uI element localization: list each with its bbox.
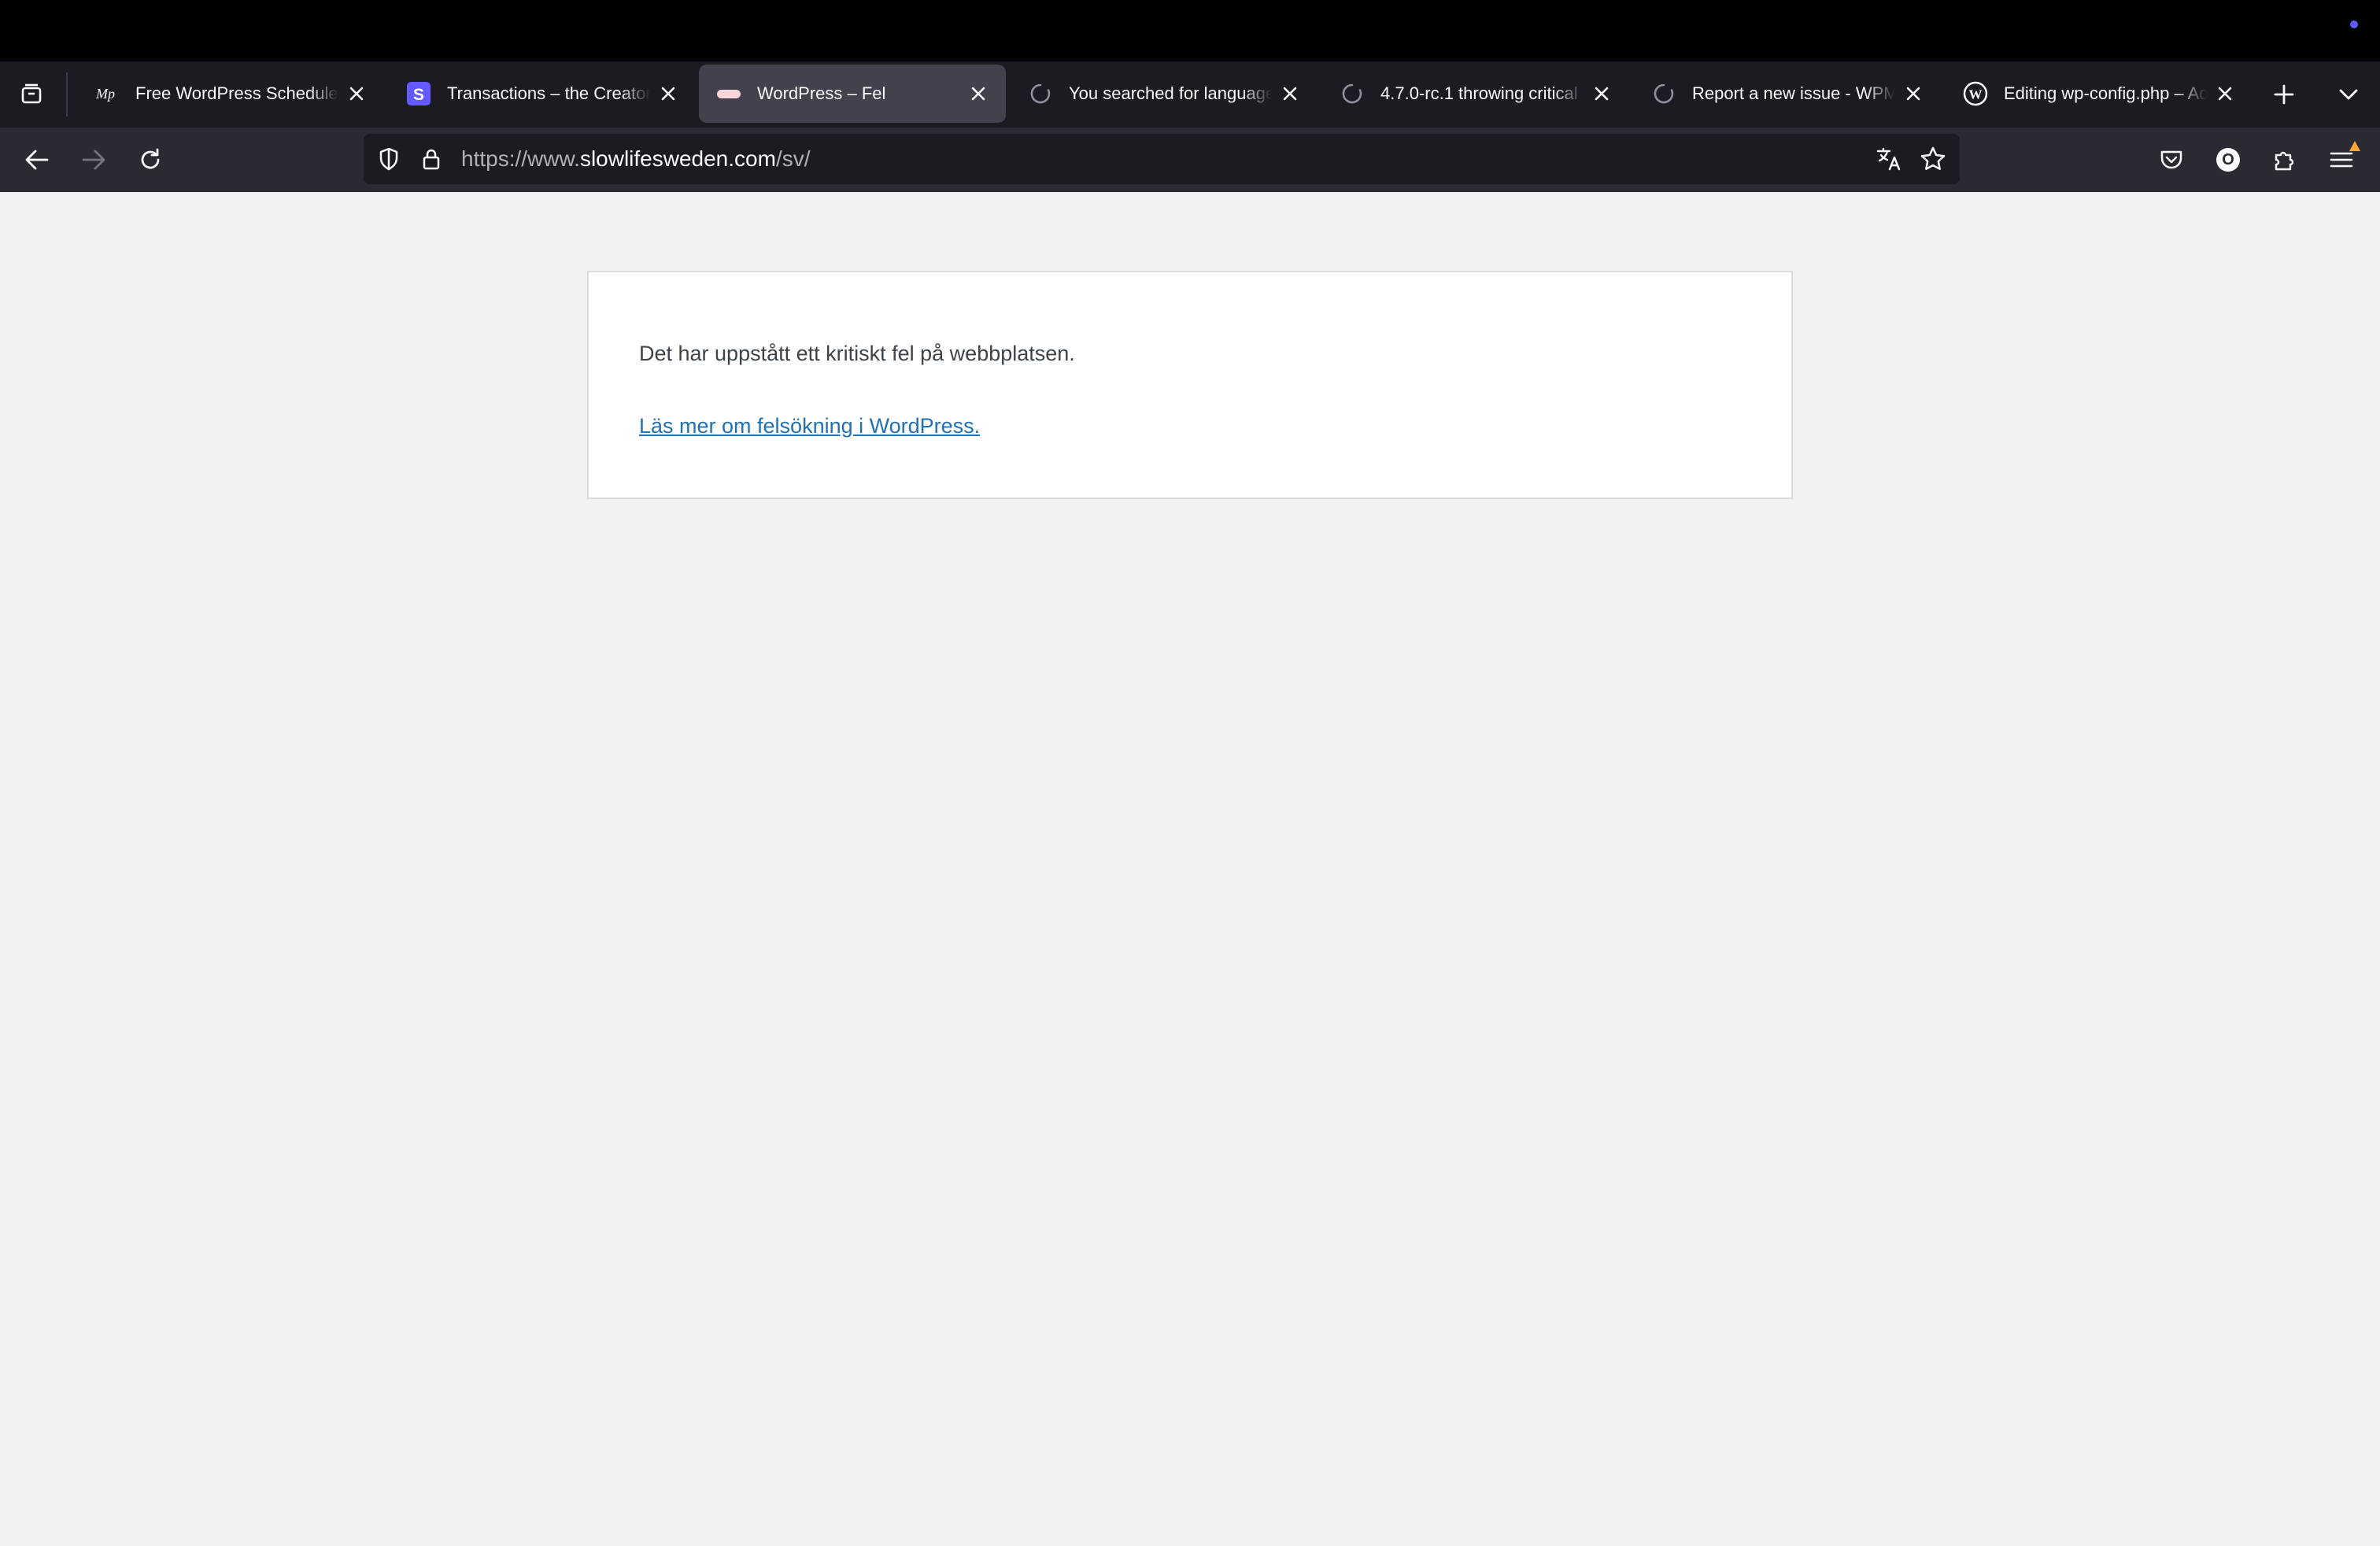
tab[interactable]: Report a new issue - WPML	[1634, 65, 1941, 123]
loading-icon	[1028, 81, 1053, 106]
lock-icon[interactable]	[417, 145, 445, 173]
tab-title: 4.7.0-rc.1 throwing critical error	[1380, 83, 1584, 103]
status-dot	[2350, 20, 2358, 28]
tab-manager-icon	[21, 83, 42, 104]
svg-text:S: S	[413, 86, 424, 104]
tab-strip: Mp Free WordPress Schedule Post S Transa…	[0, 61, 2380, 128]
url-bar[interactable]: https://www.slowlifesweden.com/sv/	[364, 134, 1960, 184]
navigation-toolbar: https://www.slowlifesweden.com/sv/ O	[0, 128, 2380, 192]
mp-logo-icon: Mp	[94, 81, 120, 106]
translate-icon[interactable]	[1875, 145, 1903, 173]
pocket-icon	[2160, 150, 2182, 169]
wordpress-logo-icon: W	[1963, 81, 1988, 106]
url-host: slowlifesweden.com	[579, 146, 776, 171]
reload-button[interactable]	[129, 139, 172, 181]
page-content: Det har uppstått ett kritiskt fel på web…	[0, 192, 2380, 1546]
tab-title: You searched for language switcher	[1069, 83, 1272, 103]
error-message: Det har uppstått ett kritiskt fel på web…	[639, 342, 1075, 365]
tab-active[interactable]: WordPress – Fel	[699, 65, 1006, 123]
url-text[interactable]: https://www.slowlifesweden.com/sv/	[461, 146, 811, 172]
close-icon[interactable]	[343, 80, 370, 107]
loading-icon	[1340, 81, 1365, 106]
plus-icon	[2274, 84, 2294, 105]
svg-text:W: W	[1969, 87, 1983, 102]
tab[interactable]: You searched for language switcher	[1011, 65, 1318, 123]
app-menu-button[interactable]	[2320, 139, 2363, 181]
tab[interactable]: Mp Free WordPress Schedule Post	[77, 65, 384, 123]
puzzle-icon	[2275, 151, 2294, 171]
url-prefix: https://www.	[461, 146, 580, 171]
update-warning-icon	[2349, 141, 2360, 151]
error-message-box: Det har uppstått ett kritiskt fel på web…	[587, 271, 1793, 499]
tab[interactable]: W Editing wp-config.php – Advanced Admin…	[1946, 65, 2252, 123]
tab-title: Transactions – the Creator Studio	[447, 83, 650, 103]
system-top-bar	[0, 0, 2380, 61]
tab-title: Free WordPress Schedule Post	[135, 83, 338, 103]
svg-text:Mp: Mp	[95, 86, 115, 102]
url-path: /sv/	[775, 146, 811, 171]
close-icon[interactable]	[2212, 80, 2238, 107]
pocket-button[interactable]	[2150, 139, 2193, 181]
arrow-right-icon	[82, 150, 105, 170]
stripe-logo-icon: S	[406, 81, 431, 106]
tab-title: Editing wp-config.php – Advanced Adminis…	[2004, 83, 2207, 103]
arrow-left-icon	[25, 150, 49, 170]
close-icon[interactable]	[1277, 80, 1303, 107]
reload-icon	[141, 148, 160, 169]
tab-title: WordPress – Fel	[757, 83, 886, 103]
list-all-tabs-button[interactable]	[2328, 76, 2369, 113]
loading-icon	[1651, 81, 1676, 106]
shield-icon[interactable]	[375, 145, 403, 173]
tab-separator	[66, 72, 68, 117]
close-icon[interactable]	[1588, 80, 1615, 107]
page-icon	[716, 81, 741, 106]
forward-button[interactable]	[72, 139, 115, 181]
new-tab-button[interactable]	[2264, 76, 2304, 113]
bookmark-star-icon[interactable]	[1919, 145, 1947, 173]
tab[interactable]: S Transactions – the Creator Studio	[389, 65, 696, 123]
extensions-button[interactable]	[2264, 139, 2306, 181]
close-icon[interactable]	[655, 80, 682, 107]
avatar-initial: O	[2222, 151, 2234, 168]
back-button[interactable]	[16, 139, 58, 181]
troubleshooting-link[interactable]: Läs mer om felsökning i WordPress.	[639, 414, 980, 438]
tab[interactable]: 4.7.0-rc.1 throwing critical error	[1322, 65, 1629, 123]
close-icon[interactable]	[965, 80, 992, 107]
tab-title: Report a new issue - WPML	[1692, 83, 1895, 103]
close-icon[interactable]	[1900, 80, 1927, 107]
account-button[interactable]: O	[2207, 139, 2249, 181]
chevron-down-icon	[2339, 89, 2358, 100]
tab-manager-button[interactable]	[11, 76, 52, 113]
